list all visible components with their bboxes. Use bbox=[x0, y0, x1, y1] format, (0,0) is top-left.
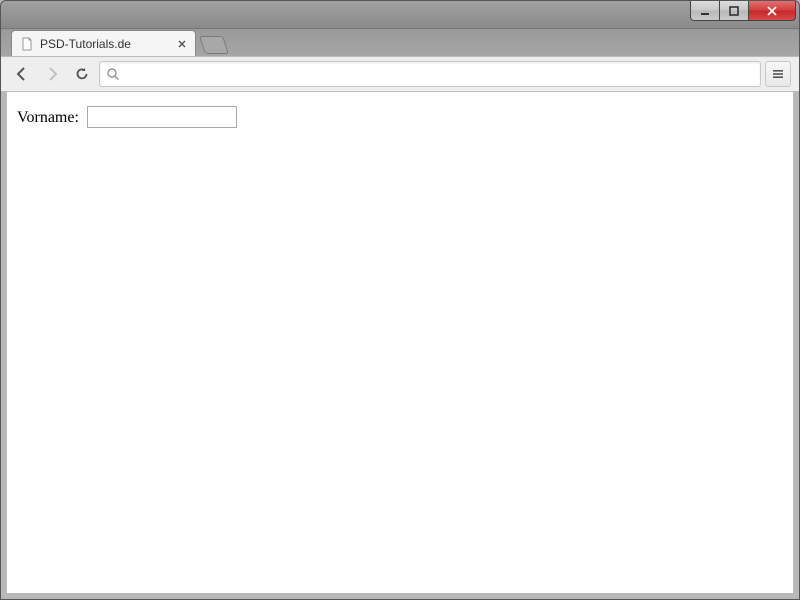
maximize-icon bbox=[728, 5, 740, 17]
menu-button[interactable] bbox=[765, 61, 791, 87]
page-viewport: Vorname: bbox=[6, 92, 794, 594]
back-button[interactable] bbox=[9, 61, 35, 87]
close-window-button[interactable] bbox=[748, 1, 796, 21]
menu-icon bbox=[771, 67, 785, 81]
close-icon bbox=[178, 40, 186, 48]
search-icon bbox=[106, 67, 120, 81]
arrow-left-icon bbox=[13, 65, 31, 83]
new-tab-button[interactable] bbox=[199, 36, 229, 54]
page-favicon-icon bbox=[20, 37, 34, 51]
browser-chrome: PSD-Tutorials.de bbox=[1, 29, 799, 92]
minimize-button[interactable] bbox=[690, 1, 720, 21]
reload-icon bbox=[74, 66, 90, 82]
page-body: Vorname: bbox=[7, 92, 793, 593]
address-bar[interactable] bbox=[99, 61, 761, 87]
forward-button[interactable] bbox=[39, 61, 65, 87]
tab-close-button[interactable] bbox=[177, 39, 187, 49]
browser-window: PSD-Tutorials.de bbox=[0, 0, 800, 600]
browser-toolbar bbox=[1, 56, 799, 92]
firstname-label: Vorname: bbox=[17, 109, 79, 126]
browser-tab[interactable]: PSD-Tutorials.de bbox=[11, 30, 196, 56]
arrow-right-icon bbox=[43, 65, 61, 83]
minimize-icon bbox=[699, 5, 711, 17]
tab-title: PSD-Tutorials.de bbox=[40, 37, 171, 51]
firstname-input[interactable] bbox=[87, 106, 237, 128]
address-input[interactable] bbox=[126, 67, 754, 82]
maximize-button[interactable] bbox=[719, 1, 749, 21]
close-icon bbox=[766, 5, 778, 17]
window-controls bbox=[691, 1, 796, 21]
window-titlebar bbox=[1, 1, 799, 29]
reload-button[interactable] bbox=[69, 61, 95, 87]
tabstrip: PSD-Tutorials.de bbox=[1, 28, 799, 56]
